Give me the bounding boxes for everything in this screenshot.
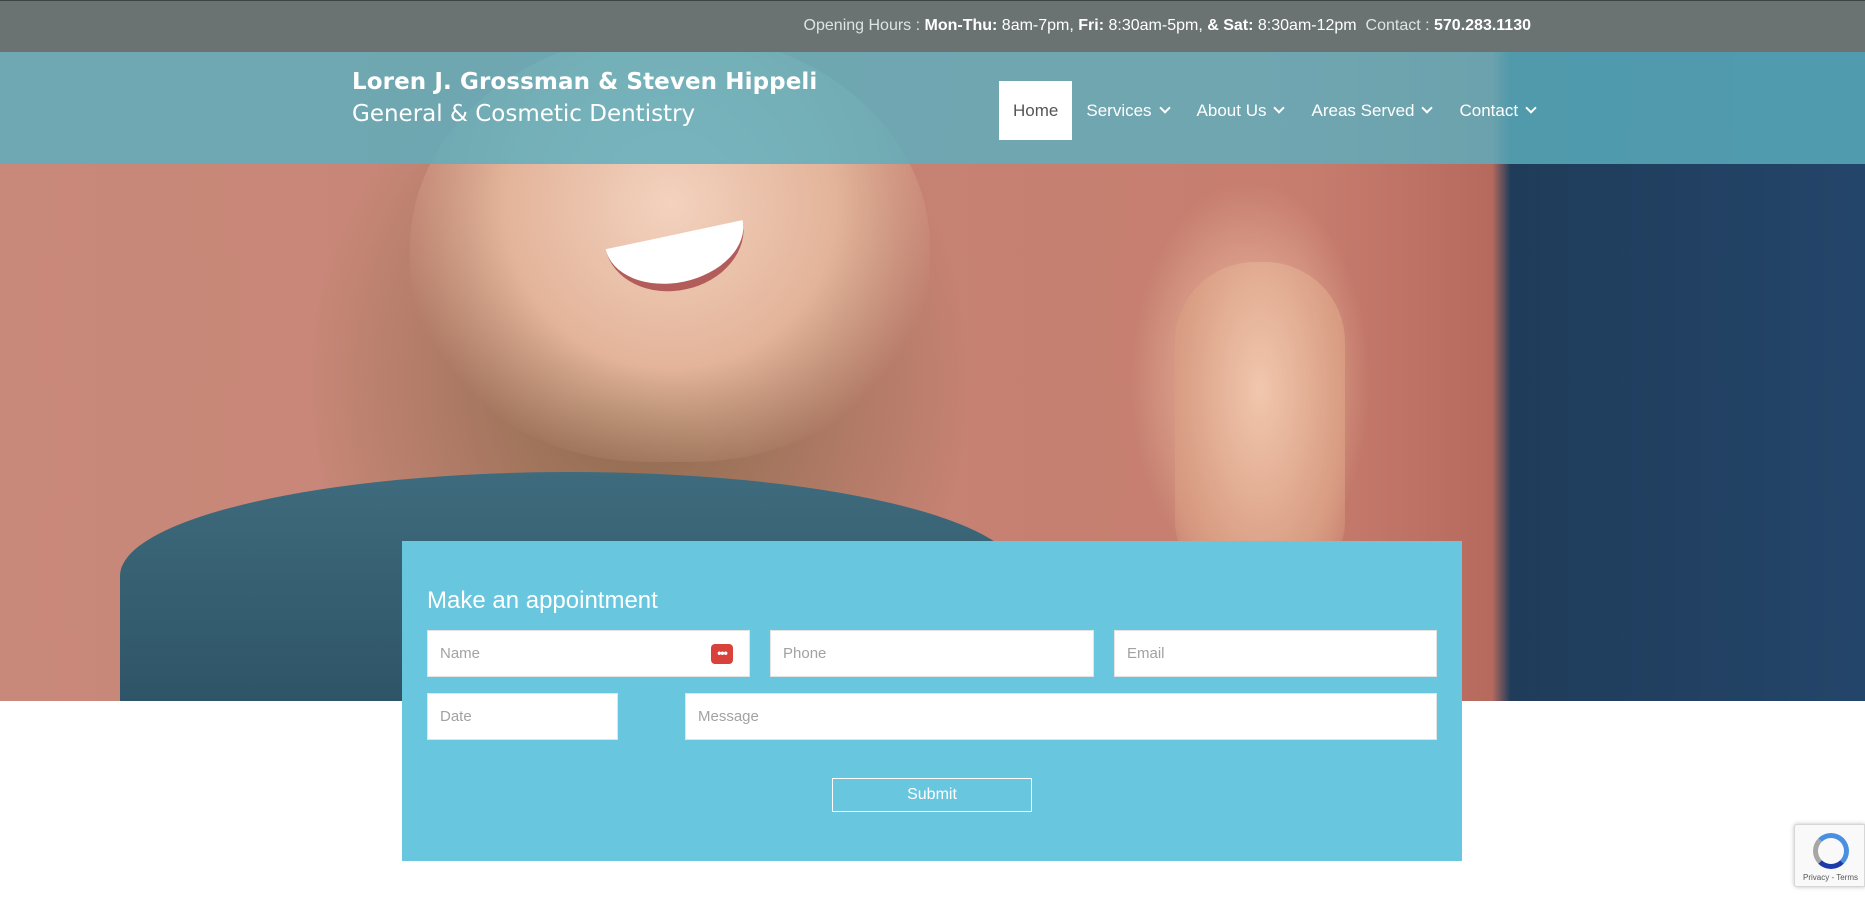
appointment-form: Make an appointment Name ••• Phone Email…	[402, 541, 1462, 861]
fri-hours: 8:30am-5pm,	[1104, 17, 1208, 34]
nav-item-contact[interactable]: Contact	[1445, 81, 1549, 140]
email-input[interactable]: Email	[1114, 630, 1437, 677]
name-input[interactable]: Name •••	[427, 630, 750, 677]
nav-item-label: About Us	[1196, 100, 1267, 120]
chevron-down-icon	[1525, 102, 1537, 114]
mon-thu-hours: 8am-7pm,	[997, 17, 1079, 34]
chevron-down-icon	[1273, 102, 1286, 114]
hero-hand-shape	[1175, 262, 1345, 582]
chevron-down-icon	[1421, 102, 1434, 114]
top-info-bar: Opening Hours : Mon-Thu: 8am-7pm, Fri: 8…	[0, 0, 1865, 52]
name-placeholder: Name	[440, 645, 481, 662]
submit-button[interactable]: Submit	[832, 778, 1032, 812]
main-nav: Home Services About Us Areas Served Cont…	[999, 81, 1549, 140]
date-input[interactable]: Date	[427, 693, 618, 740]
nav-item-label: Areas Served	[1311, 100, 1415, 120]
mon-thu-label: Mon-Thu:	[924, 17, 998, 34]
brand-name: Loren J. Grossman & Steven Hippeli	[352, 69, 818, 95]
contact-prefix: Contact :	[1365, 17, 1434, 34]
recaptcha-terms-link[interactable]: Privacy - Terms	[1795, 873, 1865, 882]
recaptcha-icon	[1813, 833, 1849, 869]
sat-hours: 8:30am-12pm	[1253, 17, 1357, 34]
brand-tagline: General & Cosmetic Dentistry	[352, 101, 696, 127]
nav-item-label: Home	[1013, 100, 1059, 120]
opening-hours: Opening Hours : Mon-Thu: 8am-7pm, Fri: 8…	[804, 17, 1531, 35]
password-manager-icon[interactable]: •••	[711, 644, 733, 664]
date-placeholder: Date	[440, 708, 472, 725]
message-placeholder: Message	[698, 708, 759, 725]
message-input[interactable]: Message	[685, 693, 1437, 740]
phone-placeholder: Phone	[783, 645, 827, 662]
site-header: Loren J. Grossman & Steven Hippeli Gener…	[0, 52, 1865, 164]
sat-label: & Sat:	[1207, 17, 1254, 34]
nav-item-about-us[interactable]: About Us	[1183, 81, 1298, 140]
nav-item-label: Services	[1086, 100, 1152, 120]
chevron-down-icon	[1158, 102, 1171, 114]
site-brand[interactable]: Loren J. Grossman & Steven Hippeli Gener…	[352, 69, 817, 127]
contact-phone-link[interactable]: 570.283.1130	[1434, 17, 1531, 34]
phone-input[interactable]: Phone	[770, 630, 1094, 677]
hours-prefix: Opening Hours :	[803, 17, 925, 34]
fri-label: Fri:	[1078, 17, 1105, 34]
nav-item-label: Contact	[1459, 100, 1519, 120]
nav-item-services[interactable]: Services	[1072, 81, 1182, 140]
recaptcha-badge[interactable]: Privacy - Terms	[1794, 824, 1865, 887]
email-placeholder: Email	[1127, 645, 1165, 662]
appointment-form-title: Make an appointment	[427, 587, 658, 614]
nav-item-home[interactable]: Home	[999, 81, 1073, 140]
nav-item-areas-served[interactable]: Areas Served	[1297, 81, 1445, 140]
